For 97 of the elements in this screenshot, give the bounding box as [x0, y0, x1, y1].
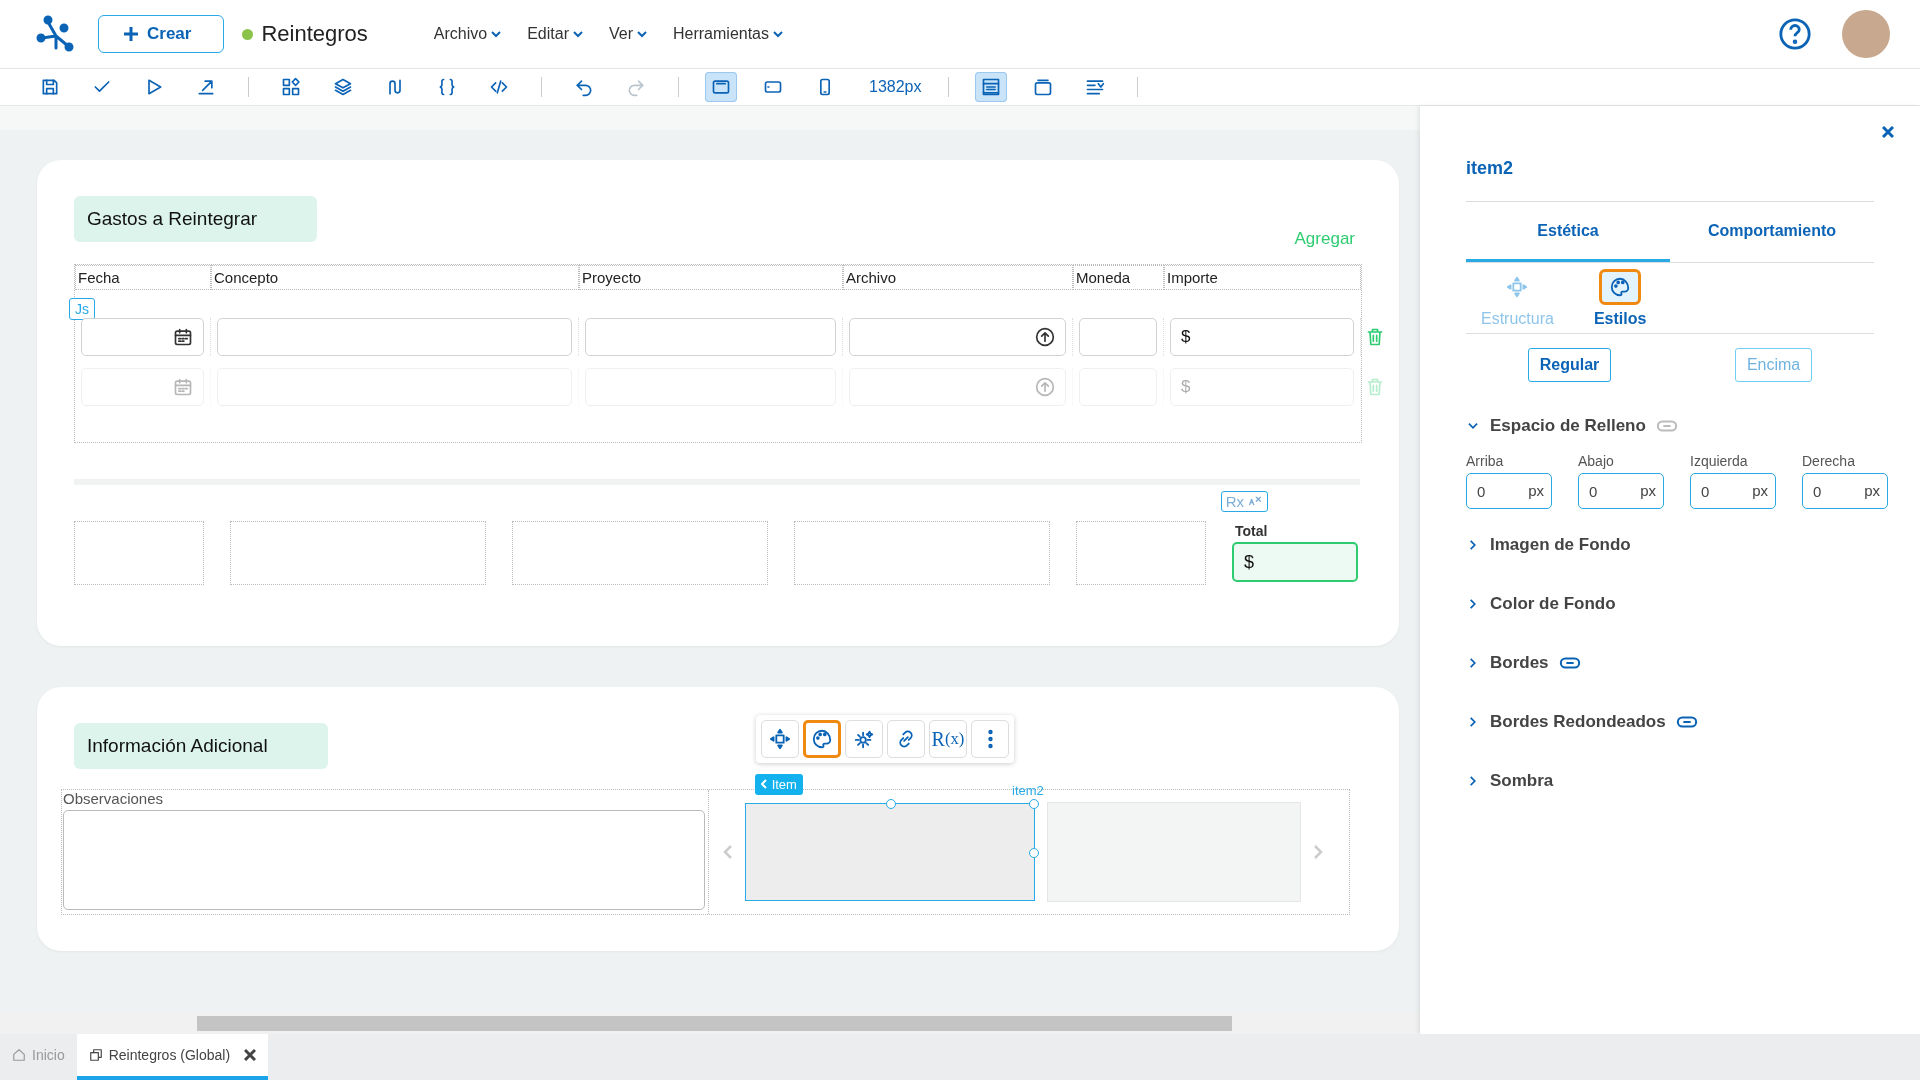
move-icon [1506, 275, 1529, 298]
home-icon [12, 1048, 26, 1062]
concept-field[interactable] [217, 318, 572, 356]
section-title: Información Adicional [74, 723, 328, 769]
caret-icon [773, 29, 783, 39]
plus-icon [123, 26, 139, 42]
unit-label: px [1864, 482, 1880, 499]
app-title: Reintegros [261, 21, 368, 47]
link-icon [1558, 655, 1581, 670]
move-button[interactable] [761, 720, 799, 758]
field-label: Abajo [1578, 453, 1615, 469]
upload-icon [1035, 327, 1055, 347]
date-field[interactable] [81, 318, 204, 356]
undo-icon [574, 77, 594, 97]
widgets-icon [281, 77, 301, 97]
redo-icon [626, 77, 646, 97]
column-header: Concepto [211, 265, 579, 290]
column-header: Fecha [75, 265, 211, 290]
section-header[interactable]: Espacio de Relleno [1466, 396, 1678, 455]
menu-item[interactable]: Ver [608, 25, 647, 43]
field-label: Arriba [1466, 453, 1505, 469]
layout-button[interactable] [974, 72, 1007, 102]
section-title: Gastos a Reintegrar [74, 196, 318, 242]
desktop-button[interactable] [705, 72, 737, 102]
column-header: Moneda [1073, 265, 1164, 290]
chevron-left-icon [761, 779, 768, 789]
tab[interactable]: Estética [1466, 202, 1670, 262]
section-header[interactable]: Sombra [1466, 751, 1554, 810]
unit-label: px [1528, 482, 1544, 499]
more-icon [987, 729, 993, 749]
scrollbar-thumb[interactable] [197, 1016, 1232, 1031]
close-icon [1882, 126, 1894, 138]
calendar-icon [173, 377, 193, 397]
status-dot [242, 28, 254, 40]
file-field[interactable] [849, 318, 1066, 356]
menu-item[interactable]: Editar [527, 25, 583, 43]
more-button[interactable] [971, 720, 1009, 758]
frame-icon [1032, 77, 1053, 97]
total-field[interactable]: $ [1232, 542, 1358, 582]
link-button[interactable] [887, 720, 925, 758]
document-tab[interactable]: Reintegros (Global) [76, 1034, 269, 1080]
palette-icon [811, 728, 833, 750]
tab[interactable]: Comportamiento [1670, 202, 1874, 262]
project-field[interactable] [585, 318, 836, 356]
currency-field[interactable] [1079, 318, 1157, 356]
form-icon [88, 1048, 103, 1062]
create-button[interactable]: Crear [98, 15, 225, 53]
help-icon[interactable] [1778, 17, 1812, 51]
unit-label: px [1640, 482, 1656, 499]
gear-icon [853, 728, 875, 750]
save-icon [40, 77, 60, 97]
braces-icon [437, 77, 457, 97]
move-icon [769, 728, 791, 750]
menu-item[interactable]: Herramientas [673, 25, 783, 43]
panel-title: item2 [1466, 106, 1874, 202]
resize-handle[interactable] [1029, 799, 1039, 809]
resize-handle[interactable] [886, 799, 896, 809]
calendar-icon [173, 327, 193, 347]
section-header[interactable]: Bordes [1466, 633, 1581, 692]
width-label: 1382px [869, 78, 922, 96]
column-header: Proyecto [579, 265, 843, 290]
palette-button[interactable] [803, 720, 841, 758]
link-icon [1675, 714, 1698, 729]
observations-field[interactable] [63, 810, 705, 910]
palette-icon [1609, 275, 1632, 298]
trash-icon [1365, 326, 1385, 348]
layout-icon [980, 77, 1001, 97]
section-header[interactable]: Imagen de Fondo [1466, 515, 1631, 574]
subtab[interactable]: Estilos [1593, 268, 1647, 328]
logo-icon[interactable] [36, 14, 76, 54]
menu-item[interactable]: Archivo [433, 25, 502, 43]
code-icon [489, 77, 509, 97]
column-header: Importe [1164, 265, 1361, 290]
section-header[interactable]: Color de Fondo [1466, 574, 1616, 633]
resize-handle[interactable] [1029, 848, 1039, 858]
caret-icon [637, 29, 647, 39]
unit-label: px [1752, 482, 1768, 499]
caret-icon [572, 29, 583, 39]
total-label: Total [1234, 523, 1269, 539]
section-header[interactable]: Bordes Redondeados [1466, 692, 1698, 751]
desktop-icon [711, 77, 731, 97]
field-label: Derecha [1802, 453, 1856, 469]
gear-button[interactable] [845, 720, 883, 758]
amount-field[interactable]: $ [1170, 318, 1354, 356]
field-label: Observaciones [63, 790, 165, 807]
align-icon [1084, 77, 1105, 97]
caret-icon [491, 29, 502, 39]
export-icon [196, 77, 216, 97]
column-header: Archivo [843, 265, 1073, 290]
item-name: item2 [1012, 783, 1044, 798]
state-button[interactable]: Regular [1527, 348, 1612, 382]
layers-icon [333, 77, 353, 97]
field-label: Izquierda [1690, 453, 1749, 469]
close-icon[interactable] [244, 1049, 257, 1061]
upload-icon [1035, 377, 1055, 397]
trash-icon [1365, 376, 1385, 398]
link-icon [1655, 418, 1678, 433]
